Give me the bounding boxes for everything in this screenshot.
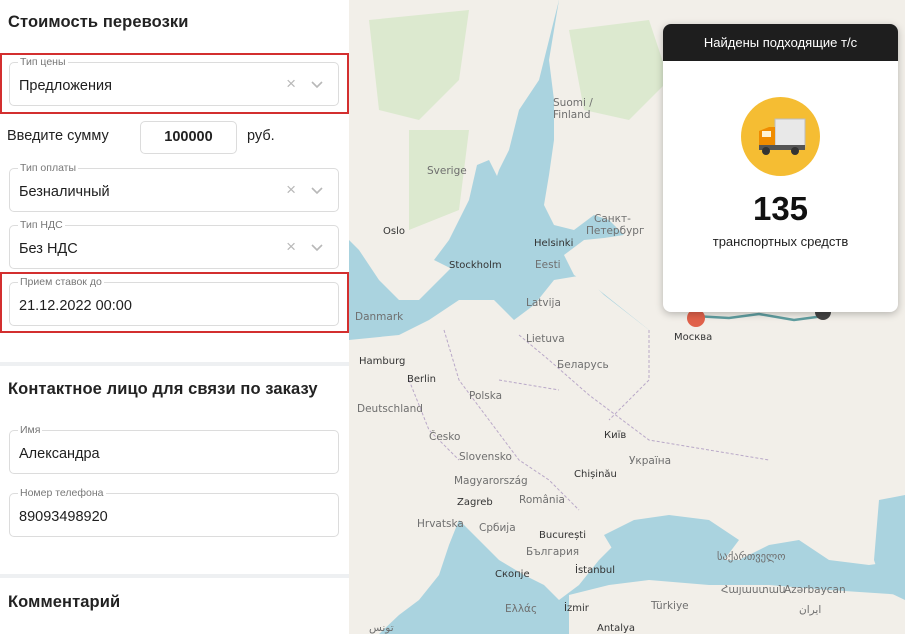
map-label-azerbaycan: Azərbaycan xyxy=(784,584,846,596)
phone-field[interactable]: Номер телефона 89093498920 xyxy=(9,487,339,537)
map-label-skopje: Скопје xyxy=(495,568,530,580)
map-label-suomi: Suomi / xyxy=(553,97,593,109)
map-label-sverige: Sverige xyxy=(427,165,467,177)
comment-section: Комментарий xyxy=(0,578,349,634)
map-label-eesti: Eesti xyxy=(535,259,561,271)
cost-section-title: Стоимость перевозки xyxy=(8,13,189,31)
chevron-down-icon[interactable] xyxy=(310,77,324,91)
map-label-zagreb: Zagreb xyxy=(457,497,493,508)
name-field[interactable]: Имя Александра xyxy=(9,424,339,474)
map-label-tunis: تونس xyxy=(369,622,394,634)
payment-type-select[interactable]: Тип оплаты Безналичный × xyxy=(9,162,339,212)
map-label-lietuva: Lietuva xyxy=(526,333,565,345)
amount-unit: руб. xyxy=(247,128,275,144)
map-label-ellas: Ελλάς xyxy=(505,603,537,615)
map-label-moskva: Москва xyxy=(674,332,712,343)
price-type-label: Тип цены xyxy=(18,56,68,69)
contact-section: Контактное лицо для связи по заказу Имя … xyxy=(0,366,349,574)
bids-until-value: 21.12.2022 00:00 xyxy=(19,298,132,314)
map-label-cesko: Česko xyxy=(429,430,460,443)
payment-type-value: Безналичный xyxy=(19,184,110,200)
map-label-berlin: Berlin xyxy=(407,374,436,385)
map-label-bucuresti: București xyxy=(539,530,586,541)
clear-icon[interactable]: × xyxy=(286,74,296,94)
map-label-danmark: Danmark xyxy=(355,311,404,323)
cost-section: Стоимость перевозки Тип цены Предложения… xyxy=(0,0,349,362)
map-label-turkiye: Türkiye xyxy=(650,600,689,612)
clear-icon[interactable]: × xyxy=(286,237,296,257)
bids-until-input[interactable]: Прием ставок до 21.12.2022 00:00 xyxy=(9,276,339,326)
map-label-stockholm: Stockholm xyxy=(449,260,502,271)
map-label-hayastan: Հայաստան xyxy=(721,584,786,596)
bids-until-label: Прием ставок до xyxy=(18,276,104,289)
order-form-panel: Стоимость перевозки Тип цены Предложения… xyxy=(0,0,349,634)
chevron-down-icon[interactable] xyxy=(310,240,324,254)
comment-section-title: Комментарий xyxy=(8,593,121,611)
name-label: Имя xyxy=(18,424,43,437)
payment-type-label: Тип оплаты xyxy=(18,162,79,175)
name-value: Александра xyxy=(19,446,100,462)
vehicle-count: 135 xyxy=(752,190,809,227)
phone-label: Номер телефона xyxy=(18,487,106,500)
map-label-deutschland: Deutschland xyxy=(357,403,423,415)
vehicle-count-caption: транспортных средств xyxy=(712,234,849,249)
price-type-value: Предложения xyxy=(19,78,112,94)
truck-icon xyxy=(741,97,820,176)
price-type-select[interactable]: Тип цены Предложения × xyxy=(9,56,339,106)
map-label-belarus: Беларусь xyxy=(557,359,609,371)
map-label-izmir: İzmir xyxy=(564,601,590,614)
map-label-bulgaria: България xyxy=(526,546,579,558)
vat-type-select[interactable]: Тип НДС Без НДС × xyxy=(9,219,339,269)
map-label-hrvatska: Hrvatska xyxy=(417,518,464,530)
map-label-srbija: Србија xyxy=(479,522,516,534)
map-label-kyiv: Київ xyxy=(604,430,626,441)
phone-value: 89093498920 xyxy=(19,509,108,525)
chevron-down-icon[interactable] xyxy=(310,183,324,197)
map-label-helsinki: Helsinki xyxy=(534,238,573,249)
contact-section-title: Контактное лицо для связи по заказу xyxy=(8,380,318,398)
map-label-polska: Polska xyxy=(469,390,502,402)
map-label-sakartvelo: საქართველო xyxy=(717,551,785,563)
found-vehicles-card: Найдены подходящие т/с 135 транспортных … xyxy=(663,24,898,312)
map-label-peterburg: Петербург xyxy=(586,225,644,237)
map-label-istanbul: İstanbul xyxy=(575,563,615,576)
amount-input[interactable]: 100000 xyxy=(140,121,237,154)
map-label-ukraina: Україна xyxy=(629,455,671,467)
card-title: Найдены подходящие т/с xyxy=(663,24,898,61)
amount-label: Введите сумму xyxy=(7,128,109,144)
map-label-magyarorszag: Magyarország xyxy=(454,475,528,487)
vat-type-label: Тип НДС xyxy=(18,219,65,232)
map-label-antalya: Antalya xyxy=(597,623,635,634)
map-label-latvija: Latvija xyxy=(526,297,561,309)
map-label-iran: ایران xyxy=(799,604,821,616)
map-label-romania: România xyxy=(519,494,565,506)
map-label-chisinau: Chișinău xyxy=(574,469,617,480)
clear-icon[interactable]: × xyxy=(286,180,296,200)
vat-type-value: Без НДС xyxy=(19,241,78,257)
map-label-finland: Finland xyxy=(553,109,591,121)
map-label-oslo: Oslo xyxy=(383,226,405,237)
map-label-hamburg: Hamburg xyxy=(359,356,405,367)
map-label-slovensko: Slovensko xyxy=(459,451,512,463)
map-label-sankt: Санкт- xyxy=(594,213,631,225)
